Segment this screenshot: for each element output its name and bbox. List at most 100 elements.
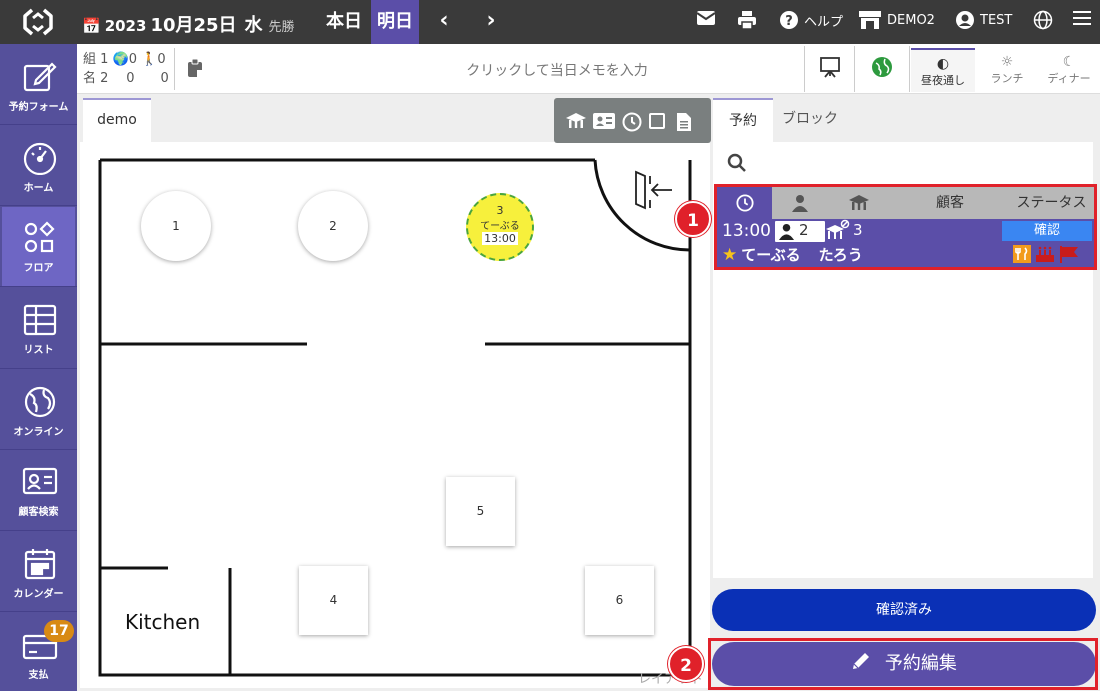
- help-button[interactable]: ? ヘルプ: [779, 10, 843, 30]
- date-year: 2023: [104, 17, 147, 35]
- presentation-board-icon[interactable]: [819, 56, 841, 78]
- tomorrow-button[interactable]: 明日: [371, 0, 419, 44]
- date-weekday: 水: [244, 15, 263, 36]
- clock-view-icon[interactable]: [622, 112, 642, 132]
- kitchen-label: Kitchen: [125, 610, 201, 634]
- sidebar-item-label: オンライン: [13, 427, 64, 438]
- date-month-day: 10月25日: [150, 15, 237, 36]
- sidebar: 予約フォーム ホーム フロア リスト オンライン 顧客検索 カレンダー 17 支…: [0, 44, 77, 691]
- people-walkin: 0: [160, 71, 169, 86]
- online-globe-icon[interactable]: [871, 56, 893, 78]
- date-display[interactable]: 📅 2023 10月25日 水 先勝: [82, 11, 295, 37]
- payment-count-badge: 17: [44, 620, 74, 642]
- date-rokuyo: 先勝: [268, 20, 295, 35]
- user-button[interactable]: TEST: [955, 10, 1012, 30]
- mode-dinner[interactable]: ☾ ディナー: [1039, 48, 1099, 92]
- prev-day-chevron-icon[interactable]: ‹: [432, 8, 456, 33]
- sidebar-item-label: ホーム: [23, 183, 54, 194]
- document-view-icon[interactable]: [676, 112, 692, 132]
- print-icon[interactable]: [737, 10, 757, 30]
- highlight-box-reservation: [714, 184, 1097, 270]
- store-button[interactable]: DEMO2: [858, 10, 935, 30]
- daily-memo-input[interactable]: クリックして当日メモを入力: [367, 60, 747, 80]
- table-reservation-name: てーぶる: [480, 221, 520, 232]
- floor-table-5[interactable]: 5: [446, 477, 515, 546]
- floor-view-toolbar: [554, 98, 711, 143]
- sidebar-divider: [0, 124, 77, 125]
- tab-demo[interactable]: demo: [83, 98, 151, 142]
- callout-marker-2: 2: [668, 646, 704, 682]
- user-label: TEST: [980, 12, 1013, 28]
- contact-card-view-icon[interactable]: [592, 112, 616, 130]
- highlight-box-edit-button: [708, 638, 1098, 690]
- app-logo-icon[interactable]: [22, 7, 54, 37]
- mode-label: ランチ: [990, 72, 1024, 85]
- edit-icon: [23, 62, 57, 92]
- top-bar: 📅 2023 10月25日 水 先勝 本日 明日 ‹ › ? ヘルプ DEMO2…: [0, 0, 1100, 44]
- table-number: 6: [615, 593, 624, 607]
- sidebar-item-reservation-form[interactable]: 予約フォーム: [2, 46, 75, 126]
- divider: [804, 46, 805, 92]
- today-button[interactable]: 本日: [318, 0, 370, 44]
- store-label: DEMO2: [887, 12, 935, 28]
- sidebar-divider: [0, 286, 77, 287]
- sidebar-item-calendar[interactable]: カレンダー: [2, 533, 75, 613]
- clipboard-note-icon[interactable]: [186, 58, 204, 78]
- floor-table-4[interactable]: 4: [299, 566, 368, 635]
- calendar-icon: [24, 549, 56, 580]
- hamburger-menu-icon[interactable]: [1073, 10, 1091, 26]
- sidebar-divider: [0, 611, 77, 612]
- store-icon: [859, 11, 881, 29]
- sun-icon: ☼: [1000, 54, 1014, 70]
- floor-table-3[interactable]: 3 てーぶる 13:00: [466, 193, 534, 261]
- sidebar-item-label: 支払: [28, 670, 49, 681]
- mode-label: ディナー: [1047, 72, 1091, 85]
- mode-lunch[interactable]: ☼ ランチ: [977, 48, 1037, 92]
- mode-all-day[interactable]: ◐ 昼夜通し: [911, 48, 975, 92]
- groups-walkin: 0: [157, 52, 166, 67]
- sidebar-item-label: フロア: [23, 263, 54, 274]
- shapes-icon: [24, 221, 55, 253]
- tab-block[interactable]: ブロック: [775, 98, 845, 142]
- floor-canvas: 1 2 3 てーぶる 13:00 5 4 6 Kitchen: [80, 142, 710, 688]
- contact-card-icon: [22, 467, 58, 495]
- sidebar-item-list[interactable]: リスト: [2, 289, 75, 369]
- table-number: 1: [172, 219, 180, 233]
- reservation-stats: 組 1 🌍0 🚶0 名 2 0 0: [83, 50, 169, 88]
- sidebar-divider: [0, 205, 77, 206]
- sidebar-divider: [0, 368, 77, 369]
- floor-table-2[interactable]: 2: [298, 191, 368, 261]
- divider: [854, 46, 855, 92]
- divider: [174, 48, 175, 90]
- floor-table-1[interactable]: 1: [141, 191, 211, 261]
- calendar-icon: 📅: [82, 17, 101, 35]
- user-circle-icon: [956, 11, 974, 29]
- sidebar-divider: [0, 530, 77, 531]
- sidebar-item-home[interactable]: ホーム: [2, 127, 75, 207]
- confirmed-button[interactable]: 確認済み: [712, 589, 1096, 631]
- sidebar-item-floor[interactable]: フロア: [2, 207, 75, 287]
- people-label: 名: [83, 71, 97, 86]
- tab-reservation[interactable]: 予約: [713, 98, 773, 142]
- daily-stats-bar: 組 1 🌍0 🚶0 名 2 0 0 クリックして当日メモを入力 ◐ 昼夜通し ☼…: [77, 44, 1100, 94]
- gauge-icon: [23, 142, 57, 175]
- next-day-chevron-icon[interactable]: ›: [479, 8, 503, 33]
- table-number: 3: [496, 204, 504, 217]
- language-globe-icon[interactable]: [1033, 10, 1053, 30]
- table-view-icon[interactable]: [565, 112, 587, 130]
- people-stats-row: 名 2 0 0: [83, 69, 169, 88]
- sidebar-item-label: リスト: [23, 345, 54, 356]
- groups-total: 1: [100, 52, 109, 67]
- sidebar-item-online[interactable]: オンライン: [2, 371, 75, 451]
- groups-label: 組: [83, 52, 97, 67]
- people-total: 2: [100, 71, 109, 86]
- sidebar-item-payment[interactable]: 17 支払: [2, 614, 75, 694]
- sidebar-item-label: カレンダー: [13, 589, 64, 600]
- floor-table-6[interactable]: 6: [585, 566, 654, 635]
- sidebar-item-customer-search[interactable]: 顧客検索: [2, 451, 75, 531]
- search-icon[interactable]: [727, 153, 747, 173]
- square-view-icon[interactable]: [648, 112, 666, 130]
- mail-icon[interactable]: [696, 10, 716, 26]
- callout-marker-1: 1: [675, 201, 711, 237]
- exit-door-icon: [635, 170, 672, 210]
